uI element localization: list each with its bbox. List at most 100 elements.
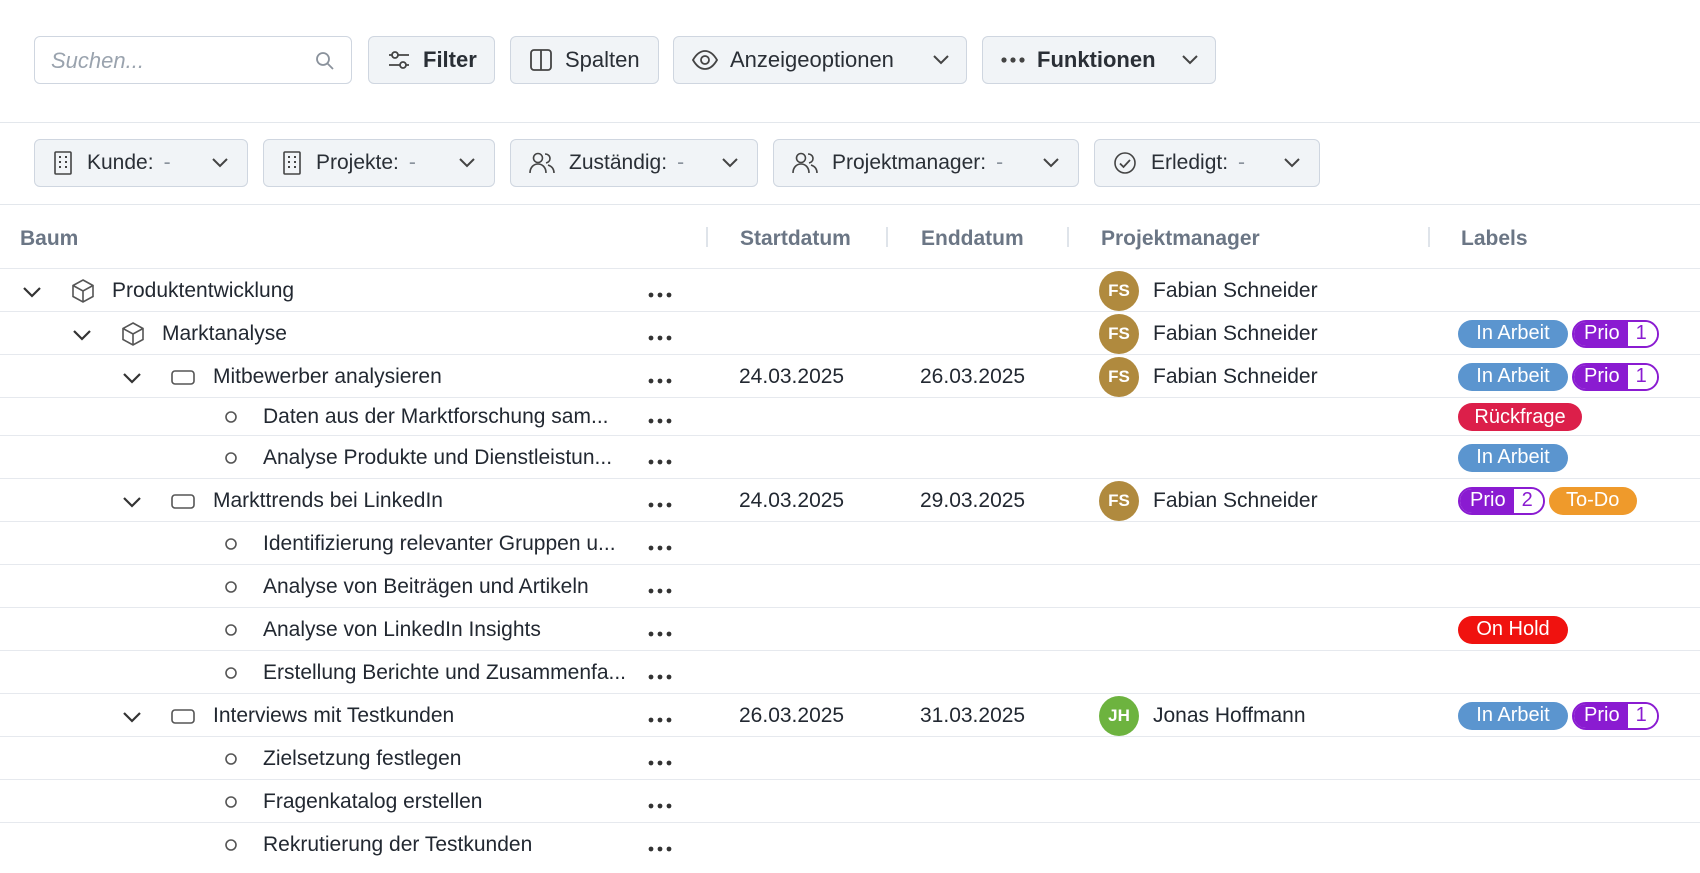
priority-badge[interactable]: Prio 1: [1572, 319, 1659, 348]
chevron-down-icon[interactable]: [122, 710, 142, 728]
priority-label: Prio: [1460, 488, 1514, 513]
table-row[interactable]: Marktanalyse FS Fabian Schneider In Arbeit P…: [0, 311, 1700, 355]
more-dots-icon[interactable]: [648, 840, 672, 858]
table-row[interactable]: Erstellung Berichte und Zusammenfa...: [0, 650, 1700, 694]
status-badge[interactable]: Rückfrage: [1458, 403, 1582, 431]
project-manager-name: Fabian Schneider: [1153, 364, 1318, 388]
column-resizer[interactable]: [706, 227, 708, 247]
status-badge[interactable]: In Arbeit: [1458, 319, 1568, 348]
more-dots-icon[interactable]: [648, 668, 672, 686]
more-dots-icon[interactable]: [648, 372, 672, 390]
header-project-manager[interactable]: Projektmanager: [1101, 227, 1260, 251]
tree-item-name[interactable]: Marktanalyse: [162, 322, 287, 346]
table-row[interactable]: Analyse von Beiträgen und Artikeln: [0, 564, 1700, 608]
avatar: FS: [1099, 313, 1139, 354]
more-dots-icon[interactable]: [648, 329, 672, 347]
circle-icon: [224, 580, 238, 599]
filter-project-manager[interactable]: Projektmanager: -: [773, 139, 1079, 187]
status-badge[interactable]: In Arbeit: [1458, 443, 1568, 472]
column-resizer[interactable]: [1428, 227, 1430, 247]
circle-icon: [224, 666, 238, 685]
tree-item-name[interactable]: Identifizierung relevanter Gruppen u...: [263, 532, 616, 556]
functions-button[interactable]: Funktionen: [982, 36, 1216, 84]
column-resizer[interactable]: [1067, 227, 1069, 247]
filter-projects-label: Projekte:: [316, 151, 399, 174]
tree-item-name[interactable]: Rekrutierung der Testkunden: [263, 833, 532, 857]
more-dots-icon[interactable]: [648, 754, 672, 772]
search-icon[interactable]: [315, 51, 335, 76]
labels-group: Prio 2 To-Do: [1458, 486, 1637, 515]
status-badge[interactable]: To-Do: [1548, 486, 1637, 515]
search-input[interactable]: [49, 47, 313, 75]
table-row[interactable]: Zielsetzung festlegen: [0, 736, 1700, 780]
chevron-down-icon[interactable]: [122, 495, 142, 513]
table-row[interactable]: Markttrends bei LinkedIn 24.03.2025 29.03.…: [0, 478, 1700, 522]
priority-badge[interactable]: Prio 1: [1572, 701, 1659, 730]
chevron-down-icon[interactable]: [122, 371, 142, 389]
table-row[interactable]: Mitbewerber analysieren 24.03.2025 26.03.2…: [0, 354, 1700, 398]
priority-number: 1: [1627, 321, 1657, 346]
header-end-date[interactable]: Enddatum: [921, 227, 1024, 251]
table-row[interactable]: Interviews mit Testkunden 26.03.2025 31.03…: [0, 693, 1700, 737]
column-resizer[interactable]: [886, 227, 888, 247]
circle-icon: [224, 838, 238, 857]
end-date: 26.03.2025: [920, 364, 1026, 388]
tree-item-name[interactable]: Produktentwicklung: [112, 279, 294, 303]
table-row[interactable]: Fragenkatalog erstellen: [0, 779, 1700, 823]
table-row[interactable]: Rekrutierung der Testkunden: [0, 822, 1700, 866]
header-tree[interactable]: Baum: [20, 227, 78, 251]
status-badge[interactable]: On Hold: [1458, 615, 1568, 644]
display-options-button[interactable]: Anzeigeoptionen: [673, 36, 967, 84]
tree-item-name[interactable]: Zielsetzung festlegen: [263, 747, 461, 771]
tree-item-name[interactable]: Analyse von LinkedIn Insights: [263, 618, 541, 642]
chevron-down-icon[interactable]: [72, 328, 92, 346]
start-date: 26.03.2025: [739, 703, 845, 727]
more-dots-icon[interactable]: [648, 711, 672, 729]
status-badge[interactable]: In Arbeit: [1458, 701, 1568, 730]
filter-button[interactable]: Filter: [368, 36, 495, 84]
priority-badge[interactable]: Prio 2: [1458, 486, 1545, 515]
more-dots-icon[interactable]: [648, 453, 672, 471]
avatar: FS: [1099, 480, 1139, 521]
priority-badge[interactable]: Prio 1: [1572, 362, 1659, 391]
chevron-down-icon: [458, 157, 476, 169]
tree-item-name[interactable]: Markttrends bei LinkedIn: [213, 489, 443, 513]
tree-item-name[interactable]: Analyse Produkte und Dienstleistun...: [263, 446, 612, 470]
filter-done[interactable]: Erledigt: -: [1094, 139, 1320, 187]
tree-item-name[interactable]: Mitbewerber analysieren: [213, 365, 442, 389]
tree-item-name[interactable]: Erstellung Berichte und Zusammenfa...: [263, 661, 626, 685]
labels-group: Rückfrage: [1458, 403, 1582, 431]
header-start-date[interactable]: Startdatum: [740, 227, 851, 251]
rectangle-icon: [170, 707, 196, 730]
more-dots-icon[interactable]: [648, 412, 672, 430]
table-row[interactable]: Analyse Produkte und Dienstleistun... In …: [0, 435, 1700, 479]
status-badge[interactable]: In Arbeit: [1458, 362, 1568, 391]
search-box[interactable]: [34, 36, 352, 84]
tree-item-name[interactable]: Analyse von Beiträgen und Artikeln: [263, 575, 589, 599]
more-dots-icon[interactable]: [648, 496, 672, 514]
columns-button[interactable]: Spalten: [510, 36, 659, 84]
labels-group: In Arbeit Prio 1: [1458, 701, 1659, 730]
more-dots-icon[interactable]: [648, 797, 672, 815]
tree-item-name[interactable]: Daten aus der Marktforschung sam...: [263, 405, 609, 429]
more-dots-icon[interactable]: [648, 625, 672, 643]
filter-customer[interactable]: Kunde: -: [34, 139, 248, 187]
table-row[interactable]: Analyse von LinkedIn Insights On Hold: [0, 607, 1700, 651]
tree-item-name[interactable]: Fragenkatalog erstellen: [263, 790, 482, 814]
more-dots-icon[interactable]: [648, 539, 672, 557]
filter-assignee[interactable]: Zuständig: -: [510, 139, 758, 187]
table-row[interactable]: Identifizierung relevanter Gruppen u...: [0, 521, 1700, 565]
filter-projects[interactable]: Projekte: -: [263, 139, 495, 187]
tree-item-name[interactable]: Interviews mit Testkunden: [213, 704, 454, 728]
labels-group: In Arbeit Prio 1: [1458, 362, 1659, 391]
header-labels[interactable]: Labels: [1461, 227, 1528, 251]
priority-label: Prio: [1574, 703, 1628, 728]
table-row[interactable]: Produktentwicklung FS Fabian Schneider: [0, 268, 1700, 312]
chevron-down-icon[interactable]: [22, 285, 42, 303]
table-row[interactable]: Daten aus der Marktforschung sam... Rückf…: [0, 397, 1700, 436]
filter-sliders-icon: [387, 49, 411, 71]
chevron-down-icon: [1042, 157, 1060, 169]
more-dots-icon[interactable]: [648, 582, 672, 600]
more-dots-icon[interactable]: [648, 286, 672, 304]
filter-customer-label: Kunde:: [87, 151, 154, 174]
